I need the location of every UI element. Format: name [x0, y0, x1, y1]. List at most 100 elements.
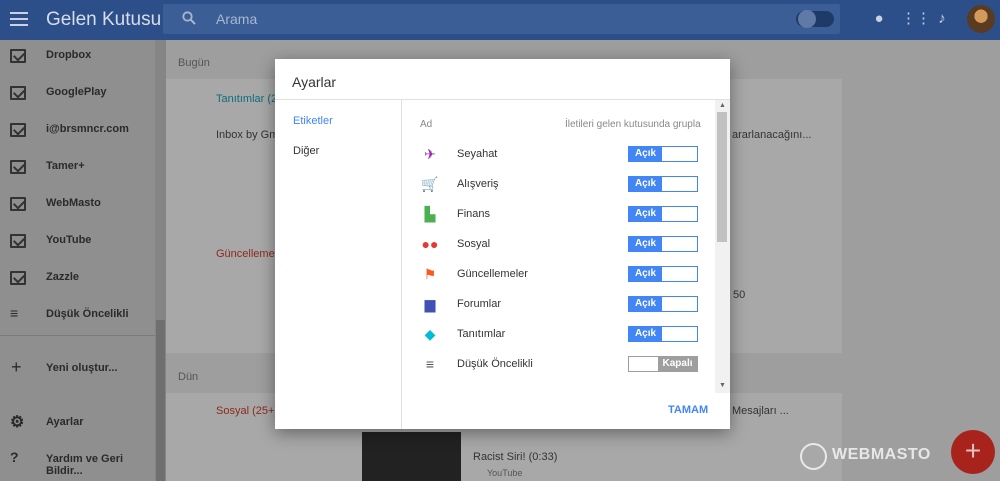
sidebar-item-dropbox[interactable]: Dropbox — [0, 40, 155, 76]
sidebar-item-label: Düşük Öncelikli — [46, 308, 129, 320]
inbox-icon — [10, 197, 26, 211]
search-bar[interactable] — [163, 4, 840, 34]
people-icon: ●● — [421, 236, 439, 252]
label-name: Finans — [457, 208, 491, 220]
label-row-updates: ⚑ Güncellemeler Açık — [417, 263, 701, 287]
watermark-text: WEBMASTO — [832, 446, 931, 463]
sidebar-item-label: i@brsmncr.com — [46, 123, 129, 135]
label-row-finance: ▙ Finans Açık — [417, 203, 701, 227]
video-title[interactable]: Racist Siri! (0:33) — [473, 451, 557, 463]
flag-icon: ⚑ — [423, 266, 437, 282]
search-icon[interactable] — [182, 11, 196, 25]
inbox-icon — [10, 49, 26, 63]
label-name: Sosyal — [457, 238, 491, 250]
toggle-off: Kapalı — [658, 357, 697, 371]
email-snippet: ararlanacağını... — [732, 129, 812, 141]
column-name: Ad — [420, 119, 433, 130]
label-name: Forumlar — [457, 298, 502, 310]
day-label-today: Bugün — [178, 57, 210, 69]
help-icon: ? — [10, 449, 19, 465]
sidebar-item-low-priority[interactable]: ≡ Düşük Öncelikli — [0, 299, 155, 335]
watermark-logo — [800, 443, 827, 470]
bell-icon[interactable]: ♪ — [933, 10, 951, 28]
sidebar-item-youtube[interactable]: YouTube — [0, 225, 155, 261]
promotions-row[interactable]: Tanıtımlar (2 — [216, 93, 277, 105]
number-snippet: 50 — [733, 289, 746, 301]
toggle-on: Açık — [629, 267, 662, 281]
tag-icon: ◆ — [424, 326, 436, 342]
label-row-shopping: 🛒 Alışveriş Açık — [417, 173, 701, 197]
done-button[interactable]: TAMAM — [668, 404, 708, 416]
label-name: Güncellemeler — [457, 268, 528, 280]
column-group: İletileri gelen kutusunda grupla — [565, 119, 701, 130]
scrollbar-thumb[interactable] — [156, 320, 165, 481]
inbox-icon — [10, 160, 26, 174]
sidebar-scrollbar[interactable] — [155, 40, 166, 481]
group-toggle[interactable]: Açık — [628, 176, 698, 192]
sidebar-item-help[interactable]: ? Yardım ve Geri Bildir... — [0, 444, 155, 480]
group-toggle[interactable]: Açık — [628, 266, 698, 282]
group-toggle[interactable]: Açık — [628, 206, 698, 222]
settings-label: Ayarlar — [46, 416, 84, 428]
pin-icon — [798, 10, 816, 28]
group-toggle[interactable]: Açık — [628, 296, 698, 312]
sidebar-item-googleplay[interactable]: GooglePlay — [0, 77, 155, 113]
label-row-social: ●● Sosyal Açık — [417, 233, 701, 257]
chart-icon: ▙ — [424, 206, 436, 222]
toggle-on: Açık — [629, 147, 662, 161]
sidebar-item-brsmncr[interactable]: i@brsmncr.com — [0, 114, 155, 150]
dialog-divider — [275, 99, 730, 100]
create-label-text: Yeni oluştur... — [46, 362, 118, 374]
sidebar-item-label: Zazzle — [46, 271, 80, 283]
sidebar-item-label: Tamer+ — [46, 160, 85, 172]
sidebar-item-webmasto[interactable]: WebMasto — [0, 188, 155, 224]
plus-icon: + — [11, 357, 22, 377]
label-row-low-priority: ≡ Düşük Öncelikli Kapalı — [417, 353, 701, 377]
sidebar-item-label: Dropbox — [46, 49, 92, 61]
sidebar-divider — [0, 335, 155, 336]
label-name: Seyahat — [457, 148, 498, 160]
nav-other[interactable]: Diğer — [293, 145, 319, 157]
nav-labels[interactable]: Etiketler — [293, 115, 333, 127]
group-toggle[interactable]: Kapalı — [628, 356, 698, 372]
avatar[interactable] — [967, 5, 995, 33]
pin-toggle[interactable] — [796, 10, 834, 28]
inbox-icon — [10, 86, 26, 100]
forum-icon: ▆ — [424, 296, 436, 312]
dialog-nav-divider — [401, 100, 402, 429]
group-toggle[interactable]: Açık — [628, 326, 698, 342]
search-input[interactable]: Arama — [216, 11, 257, 27]
label-name: Alışveriş — [457, 178, 499, 190]
help-label: Yardım ve Geri Bildir... — [46, 453, 124, 477]
dialog-scrollbar[interactable]: ▲ ▼ — [715, 100, 730, 393]
apps-grid-icon[interactable]: ⋮⋮ — [901, 10, 931, 28]
group-toggle[interactable]: Açık — [628, 236, 698, 252]
label-name: Düşük Öncelikli — [457, 358, 533, 370]
create-label-button[interactable]: + Yeni oluştur... — [0, 353, 155, 389]
group-toggle[interactable]: Açık — [628, 146, 698, 162]
cart-icon: 🛒 — [421, 176, 439, 192]
settings-dialog: Ayarlar Etiketler Diğer Ad İletileri gel… — [275, 59, 730, 429]
toggle-on: Açık — [629, 327, 662, 341]
low-priority-icon: ≡ — [425, 356, 435, 372]
scrollbar-thumb[interactable] — [717, 112, 727, 242]
label-row-forums: ▆ Forumlar Açık — [417, 293, 701, 317]
plane-icon: ✈ — [424, 146, 436, 162]
sidebar-item-settings[interactable]: ⚙ Ayarlar — [0, 407, 155, 443]
label-row-promotions: ◆ Tanıtımlar Açık — [417, 323, 701, 347]
label-row-travel: ✈ Seyahat Açık — [417, 143, 701, 167]
compose-button[interactable]: + — [951, 430, 995, 474]
email-snippet-2: Mesajları ... — [732, 405, 789, 417]
reminder-icon[interactable]: ● — [870, 10, 888, 28]
video-thumbnail[interactable] — [362, 432, 461, 481]
sidebar-item-zazzle[interactable]: Zazzle — [0, 262, 155, 298]
toggle-on: Açık — [629, 237, 662, 251]
low-priority-icon: ≡ — [10, 305, 19, 321]
inbox-icon — [10, 234, 26, 248]
day-label-yesterday: Dün — [178, 371, 199, 383]
menu-icon[interactable] — [10, 12, 28, 26]
scroll-down-icon[interactable]: ▼ — [719, 382, 726, 389]
social-row[interactable]: Sosyal (25+) — [216, 405, 278, 417]
sidebar-item-tamer[interactable]: Tamer+ — [0, 151, 155, 187]
scroll-up-icon[interactable]: ▲ — [719, 102, 726, 109]
